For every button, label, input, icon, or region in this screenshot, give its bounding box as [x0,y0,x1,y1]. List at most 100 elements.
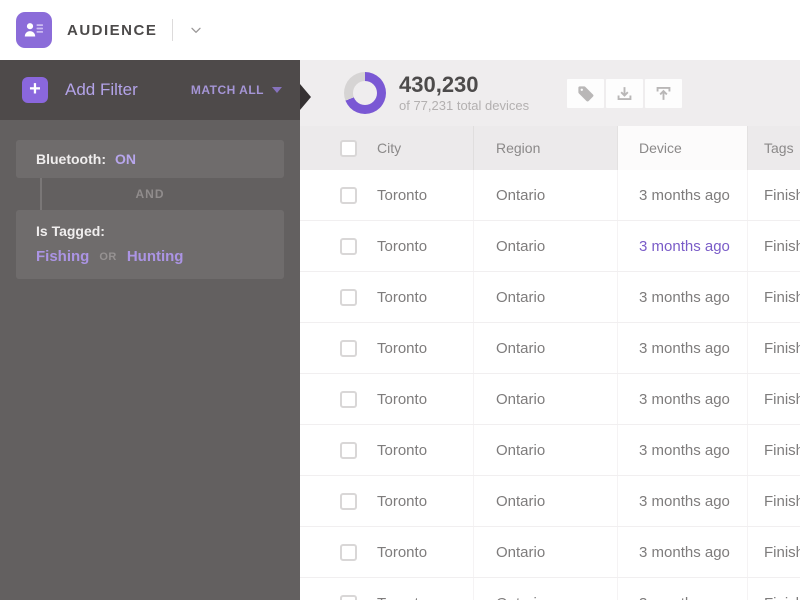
add-filter-button[interactable]: + [22,77,48,103]
cell-device: 3 months ago [617,527,748,577]
app-window: AUDIENCE + Add Filter MATCH ALL Bluetoot… [0,0,800,600]
match-all-dropdown[interactable]: MATCH ALL [191,83,282,97]
table-row[interactable]: Toronto Ontario 3 months ago Finish [300,527,800,578]
cell-city: Toronto [377,237,428,255]
cell-tags: Finish [764,339,800,357]
filter-card-tagged[interactable]: Is Tagged: Fishing OR Hunting [16,210,284,279]
row-checkbox[interactable] [340,339,357,357]
tag-hunting[interactable]: Hunting [127,248,184,265]
tag-conjunction: OR [99,250,117,263]
cell-device: 3 months ago [617,425,748,475]
cell-region: Ontario [473,323,617,373]
row-checkbox[interactable] [340,390,357,408]
cell-city: Toronto [377,288,428,306]
column-header-city[interactable]: City [370,126,473,170]
cell-device: 3 months ago [617,221,748,271]
cell-city: Toronto [377,543,428,561]
row-checkbox[interactable] [340,441,357,459]
filter-connector: AND [16,178,284,210]
content-area: 430,230 of 77,231 total devices City Reg… [300,60,800,600]
cell-region: Ontario [473,221,617,271]
filter-value: ON [114,151,136,167]
column-header-device[interactable]: Device [617,126,748,170]
tag-icon [578,85,594,101]
cell-tags: Finish [764,390,800,408]
cell-region: Ontario [473,578,617,600]
column-header-tags[interactable]: Tags [748,126,800,170]
table-row[interactable]: Toronto Ontario 3 months ago Finish [300,221,800,272]
sidebar-arrow-notch [300,84,311,110]
upload-icon [656,86,671,100]
add-filter-label[interactable]: Add Filter [65,80,138,100]
top-header: AUDIENCE [0,0,800,60]
cell-region: Ontario [473,272,617,322]
filter-toolbar: + Add Filter MATCH ALL [0,60,300,120]
row-checkbox[interactable] [340,543,357,561]
cell-region: Ontario [473,170,617,220]
table-header: City Region Device Tags [300,126,800,170]
table-row[interactable]: Toronto Ontario 3 months ago Finish [300,578,800,600]
table-row[interactable]: Toronto Ontario 3 months ago Finish [300,425,800,476]
connector-label: AND [135,187,165,201]
cell-region: Ontario [473,374,617,424]
cell-city: Toronto [377,441,428,459]
cell-city: Toronto [377,186,428,204]
cell-device: 3 months ago [617,578,748,600]
cell-device: 3 months ago [617,323,748,373]
row-checkbox[interactable] [340,594,357,600]
cell-tags: Finish [764,492,800,510]
tag-button[interactable] [567,78,605,108]
action-toolbar [567,78,683,108]
row-checkbox[interactable] [340,237,357,255]
cell-tags: Finish [764,186,800,204]
table-row[interactable]: Toronto Ontario 3 months ago Finish [300,374,800,425]
cell-tags: Finish [764,237,800,255]
cell-region: Ontario [473,527,617,577]
cell-tags: Finish [764,543,800,561]
filter-label: Is Tagged: [36,223,105,239]
title-divider [172,19,174,41]
row-checkbox[interactable] [340,186,357,204]
table-row[interactable]: Toronto Ontario 3 months ago Finish [300,323,800,374]
total-devices-label: of 77,231 total devices [399,98,530,114]
cell-city: Toronto [377,492,428,510]
download-icon [617,86,632,100]
donut-hole [353,81,377,105]
page-title: AUDIENCE [67,21,158,39]
row-checkbox[interactable] [340,492,357,510]
filter-sidebar: + Add Filter MATCH ALL Bluetooth: ON AND [0,60,300,600]
cell-city: Toronto [377,390,428,408]
stats-text: 430,230 of 77,231 total devices [399,73,529,113]
row-checkbox[interactable] [340,288,357,306]
table-body: Toronto Ontario 3 months ago Finish Toro… [300,170,800,600]
selected-device-count: 430,230 [399,71,479,97]
match-all-label: MATCH ALL [190,83,264,97]
table-row[interactable]: Toronto Ontario 3 months ago Finish [300,272,800,323]
donut-chart [344,72,386,114]
tag-fishing[interactable]: Fishing [36,248,89,265]
filter-card-bluetooth[interactable]: Bluetooth: ON [16,140,284,178]
cell-region: Ontario [473,425,617,475]
select-all-checkbox[interactable] [340,139,357,157]
upload-button[interactable] [645,78,683,108]
cell-device: 3 months ago [617,476,748,526]
cell-device: 3 months ago [617,170,748,220]
stats-bar: 430,230 of 77,231 total devices [300,60,800,126]
cell-tags: Finish [748,578,800,600]
cell-region: Ontario [473,476,617,526]
active-filters: Bluetooth: ON AND Is Tagged: Fishing OR … [0,120,300,279]
download-button[interactable] [606,78,644,108]
chevron-down-icon[interactable] [188,22,204,38]
cell-device: 3 months ago [617,374,748,424]
filter-label: Bluetooth: [36,151,106,167]
cell-device: 3 months ago [617,272,748,322]
table-row[interactable]: Toronto Ontario 3 months ago Finish [300,170,800,221]
person-list-icon [24,23,43,37]
column-header-region[interactable]: Region [473,126,617,170]
caret-down-icon [272,87,282,93]
cell-city: Toronto [377,339,428,357]
cell-city: Toronto [370,578,473,600]
cell-tags: Finish [764,288,800,306]
table-row[interactable]: Toronto Ontario 3 months ago Finish [300,476,800,527]
audience-app-icon[interactable] [16,12,52,48]
